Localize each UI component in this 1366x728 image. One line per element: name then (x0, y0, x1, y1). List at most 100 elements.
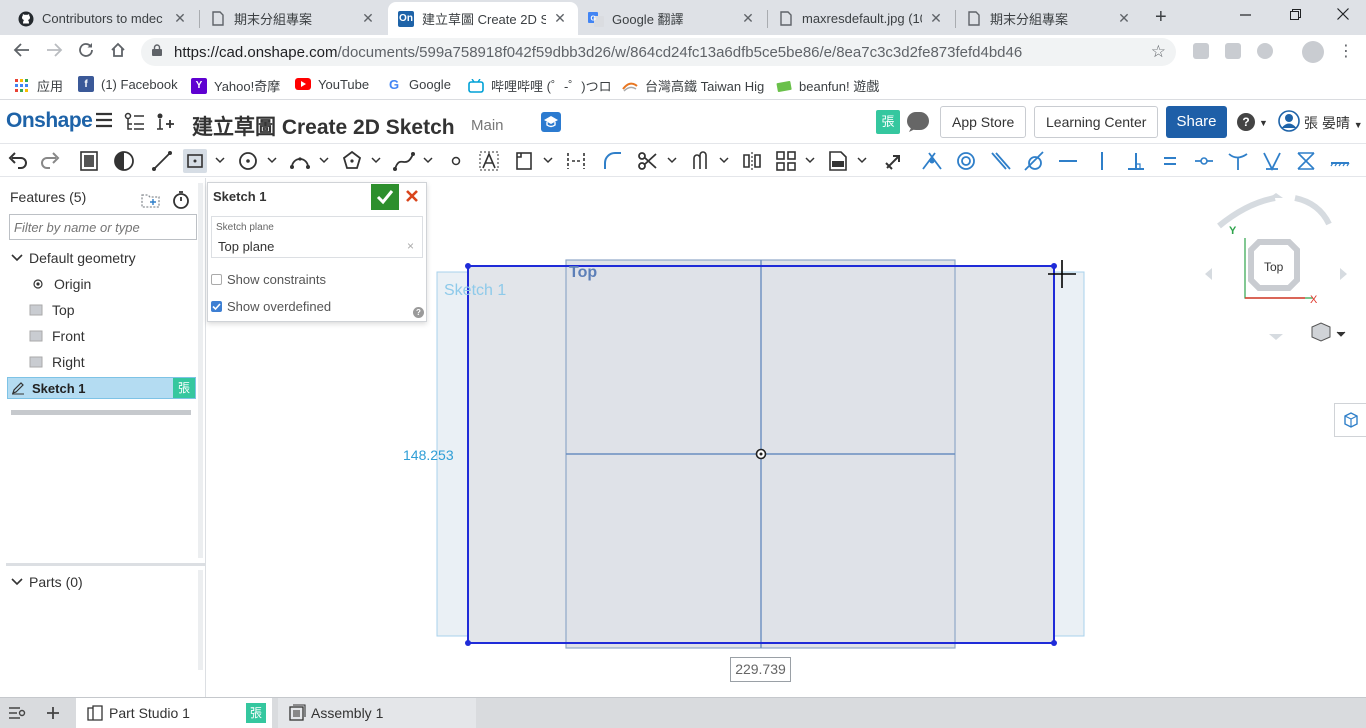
feature-history-icon[interactable] (78, 149, 102, 173)
chevron-down-icon[interactable] (423, 155, 433, 165)
tree-item-front[interactable]: Front (29, 324, 85, 348)
chevron-down-icon[interactable] (857, 155, 867, 165)
feature-filter-input[interactable] (9, 214, 197, 240)
appearance-panel-button[interactable] (1334, 403, 1366, 437)
offset-tool-icon[interactable] (688, 149, 712, 173)
chevron-down-icon[interactable] (543, 155, 553, 165)
browser-tab-onshape[interactable]: On 建立草圖 Create 2D Sk ✕ (388, 2, 578, 35)
tree-item-sketch-1[interactable]: Sketch 1 張 (7, 377, 196, 399)
close-tab-icon[interactable]: ✕ (552, 10, 568, 27)
fix-constraint-icon[interactable] (1328, 149, 1352, 173)
browser-menu-icon[interactable]: ⋮ (1338, 41, 1354, 61)
construction-tool-icon[interactable] (512, 149, 536, 173)
view-up-arrow-icon[interactable] (1269, 193, 1283, 198)
help-icon[interactable]: ? (1237, 113, 1255, 131)
feature-list-scrollbar[interactable] (198, 183, 203, 558)
chevron-down-icon[interactable] (267, 155, 277, 165)
user-name[interactable]: 張 晏晴 ▼ (1304, 113, 1363, 133)
line-tool-icon[interactable] (150, 149, 174, 173)
horizontal-dimension[interactable]: 229.739 (730, 657, 791, 682)
chevron-down-icon[interactable] (371, 155, 381, 165)
circle-tool-icon[interactable] (236, 149, 260, 173)
close-window-icon[interactable] (1337, 4, 1349, 29)
use-tool-icon[interactable] (882, 149, 906, 173)
mirror-tool-icon[interactable] (740, 149, 764, 173)
user-avatar-icon[interactable] (1278, 110, 1300, 132)
browser-tab-project-2[interactable]: 期末分組專案 ✕ (956, 2, 1142, 35)
new-tab-button[interactable]: + (1155, 6, 1167, 29)
coincident-constraint-icon[interactable] (920, 149, 944, 173)
browser-tab-image[interactable]: maxresdefault.jpg (10 ✕ (768, 2, 954, 35)
chevron-down-icon[interactable] (719, 155, 729, 165)
chevron-down-icon[interactable] (215, 155, 225, 165)
collaborator-badge[interactable]: 張 (876, 110, 900, 134)
fillet-tool-icon[interactable] (601, 149, 625, 173)
insert-feature-icon[interactable] (155, 112, 177, 137)
dxf-import-icon[interactable] (826, 149, 850, 173)
parts-group[interactable]: Parts (0) (10, 570, 83, 594)
bookmark-star-icon[interactable]: ☆ (1151, 42, 1166, 62)
browser-tab-project[interactable]: 期末分組專案 ✕ (200, 2, 386, 35)
close-tab-icon[interactable]: ✕ (1116, 10, 1132, 27)
restore-icon[interactable] (1290, 4, 1302, 29)
parallel-constraint-icon[interactable] (988, 149, 1012, 173)
chevron-down-icon[interactable] (319, 155, 329, 165)
close-tab-icon[interactable]: ✕ (172, 10, 188, 27)
view-options-cube-icon[interactable] (1311, 322, 1331, 342)
chevron-down-icon[interactable]: ▼ (1259, 118, 1268, 128)
chevron-down-icon[interactable] (805, 155, 815, 165)
extension-grid-icon[interactable] (1225, 43, 1241, 59)
symmetric-constraint-icon[interactable] (1294, 149, 1318, 173)
bookmark-apps[interactable]: 应用 (14, 76, 63, 95)
vertical-constraint-icon[interactable] (1090, 149, 1114, 173)
extension-circle-icon[interactable] (1257, 43, 1273, 59)
midpoint-tool-icon[interactable] (564, 149, 588, 173)
back-icon[interactable] (11, 41, 33, 64)
bookmark-beanfun[interactable]: beanfun! 遊戲 (776, 76, 879, 95)
bookmark-thsr[interactable]: 台灣高鐵 Taiwan Hig (622, 76, 764, 95)
rectangle-vertex[interactable] (1051, 640, 1057, 646)
vertical-dimension[interactable]: 148.253 (403, 447, 454, 463)
rectangle-vertex[interactable] (1051, 263, 1057, 269)
point-tool-icon[interactable] (444, 149, 468, 173)
checkbox-unchecked[interactable] (211, 274, 222, 285)
extension-icon[interactable] (1193, 43, 1209, 59)
panel-splitter[interactable] (6, 563, 206, 566)
rectangle-vertex[interactable] (465, 640, 471, 646)
arc-tool-icon[interactable] (288, 149, 312, 173)
tree-item-top[interactable]: Top (29, 298, 75, 322)
concentric-constraint-icon[interactable] (954, 149, 978, 173)
horizontal-constraint-icon[interactable] (1056, 149, 1080, 173)
bookmark-google[interactable]: G Google (386, 76, 451, 92)
view-rotate-arc[interactable] (1294, 195, 1332, 226)
redo-icon[interactable] (38, 149, 62, 173)
add-tab-icon[interactable] (45, 705, 61, 721)
tab-assembly-1[interactable]: Assembly 1 (278, 698, 476, 728)
equal-constraint-icon[interactable] (1158, 149, 1182, 173)
home-icon[interactable] (107, 41, 129, 64)
sketch-plane-field[interactable]: Sketch plane Top plane × (211, 216, 423, 258)
browser-tab-github[interactable]: Contributors to mdec ✕ (8, 2, 198, 35)
view-down-arrow-icon[interactable] (1269, 334, 1283, 340)
chevron-down-icon[interactable] (667, 155, 677, 165)
trim-tool-icon[interactable] (636, 149, 660, 173)
parts-list-scrollbar[interactable] (198, 570, 203, 670)
collaborator-badge[interactable]: 張 (246, 703, 266, 723)
accept-sketch-button[interactable] (371, 184, 399, 210)
app-store-button[interactable]: App Store (940, 106, 1027, 138)
close-tab-icon[interactable]: ✕ (740, 10, 756, 27)
bookmark-youtube[interactable]: YouTube (295, 76, 369, 92)
forward-icon[interactable] (43, 41, 65, 64)
tab-manager-icon[interactable] (8, 705, 26, 721)
clear-plane-icon[interactable]: × (407, 239, 414, 253)
share-button[interactable]: Share (1166, 106, 1227, 138)
hamburger-menu-icon[interactable] (95, 112, 113, 133)
learning-center-button[interactable]: Learning Center (1034, 106, 1159, 138)
onshape-logo[interactable]: Onshape (6, 109, 93, 133)
bookmark-bilibili[interactable]: 哔哩哔哩 (゜-゜)つロ (468, 76, 612, 95)
polygon-tool-icon[interactable] (340, 149, 364, 173)
rollback-timer-icon[interactable] (172, 190, 190, 210)
spline-tool-icon[interactable] (392, 149, 416, 173)
omnibox[interactable]: https://cad.onshape.com/documents/599a75… (141, 38, 1176, 66)
bookmark-facebook[interactable]: f (1) Facebook (78, 76, 178, 92)
